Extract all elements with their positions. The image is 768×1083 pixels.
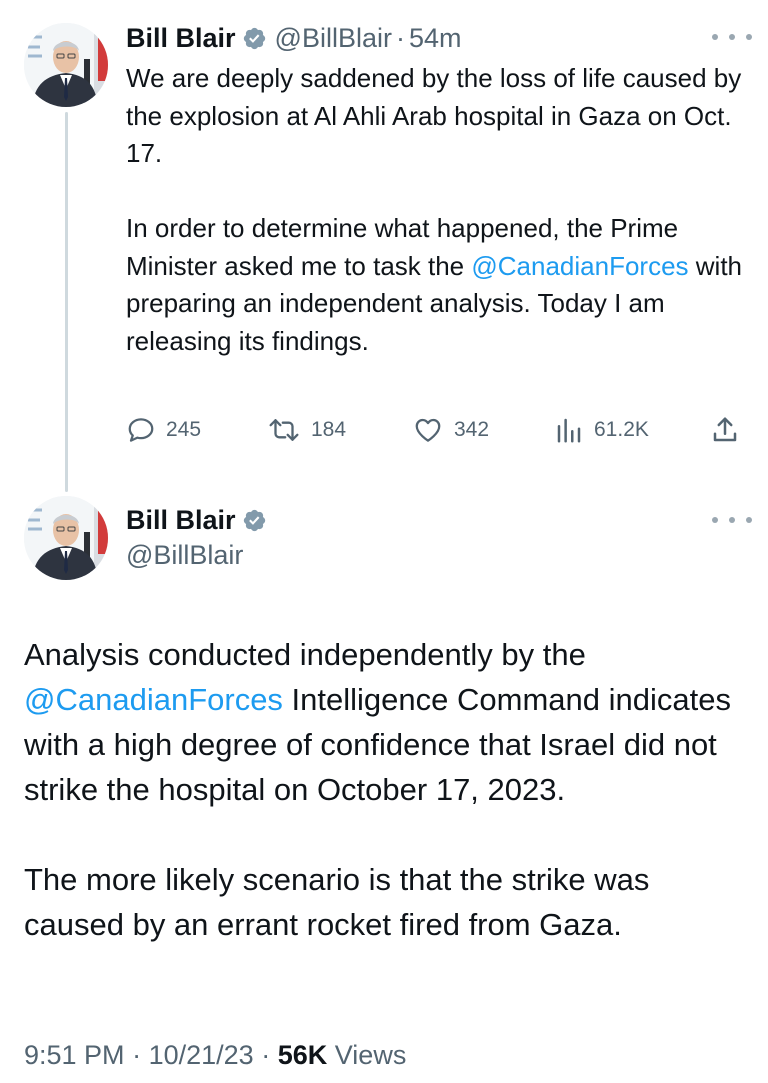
heart-icon — [415, 418, 441, 442]
analytics-icon — [557, 418, 581, 443]
tweet2-text-segment: Analysis conducted independently by the — [24, 637, 586, 672]
post-date[interactable]: 10/21/23 — [149, 1040, 254, 1070]
avatar-photo — [24, 496, 108, 580]
tweet2-text: Analysis conducted independently by the … — [24, 632, 744, 947]
tweet1-action-bar: 245 184 342 61.2K — [126, 410, 746, 450]
avatar[interactable] — [24, 496, 108, 580]
more-icon[interactable] — [712, 513, 752, 527]
repost-icon — [269, 419, 299, 441]
repost-count: 184 — [311, 418, 347, 441]
verified-badge-icon[interactable] — [242, 508, 267, 533]
share-icon — [713, 417, 737, 442]
like-button[interactable]: 342 — [412, 410, 489, 450]
views-count: 61.2K — [594, 418, 649, 441]
repost-button[interactable]: 184 — [267, 410, 346, 450]
separator-dot: · — [132, 1040, 142, 1070]
share-button[interactable] — [710, 410, 740, 450]
avatar-photo — [24, 23, 108, 107]
post-time[interactable]: 9:51 PM — [24, 1040, 125, 1070]
separator-dot: · — [395, 22, 405, 53]
tweet-thread: Bill Blair @BillBlair · 54m We are deepl… — [0, 0, 768, 1083]
tweet1-paragraph-2: In order to determine what happened, the… — [126, 210, 746, 360]
tweet2-paragraph-1: Analysis conducted independently by the … — [24, 632, 744, 812]
mention-link[interactable]: @CanadianForces — [24, 682, 283, 717]
reply-count: 245 — [166, 418, 202, 441]
views-button[interactable]: 61.2K — [554, 410, 649, 450]
views-count[interactable]: 56K — [278, 1040, 328, 1070]
handle[interactable]: @BillBlair — [275, 23, 392, 54]
more-icon[interactable] — [712, 30, 752, 44]
thread-connector-line — [65, 112, 68, 492]
tweet2-header: Bill Blair — [126, 504, 267, 536]
handle[interactable]: @BillBlair — [126, 540, 243, 571]
tweet1-paragraph-1: We are deeply saddened by the loss of li… — [126, 63, 742, 168]
separator-dot: · — [261, 1040, 271, 1070]
tweet2-metadata: 9:51 PM · 10/21/23 · 56K Views — [24, 1040, 406, 1071]
tweet2-paragraph-2: The more likely scenario is that the str… — [24, 862, 650, 942]
verified-badge-icon[interactable] — [242, 26, 267, 51]
display-name[interactable]: Bill Blair — [126, 505, 236, 536]
like-count: 342 — [454, 418, 490, 441]
timestamp[interactable]: 54m — [409, 23, 462, 54]
tweet1-header: Bill Blair @BillBlair · 54m — [126, 22, 462, 54]
tweet1-text: We are deeply saddened by the loss of li… — [126, 60, 746, 360]
reply-icon — [128, 418, 154, 442]
avatar[interactable] — [24, 23, 108, 107]
display-name[interactable]: Bill Blair — [126, 23, 236, 54]
views-label: Views — [334, 1040, 407, 1070]
mention-link[interactable]: @CanadianForces — [471, 251, 688, 281]
reply-button[interactable]: 245 — [126, 410, 201, 450]
